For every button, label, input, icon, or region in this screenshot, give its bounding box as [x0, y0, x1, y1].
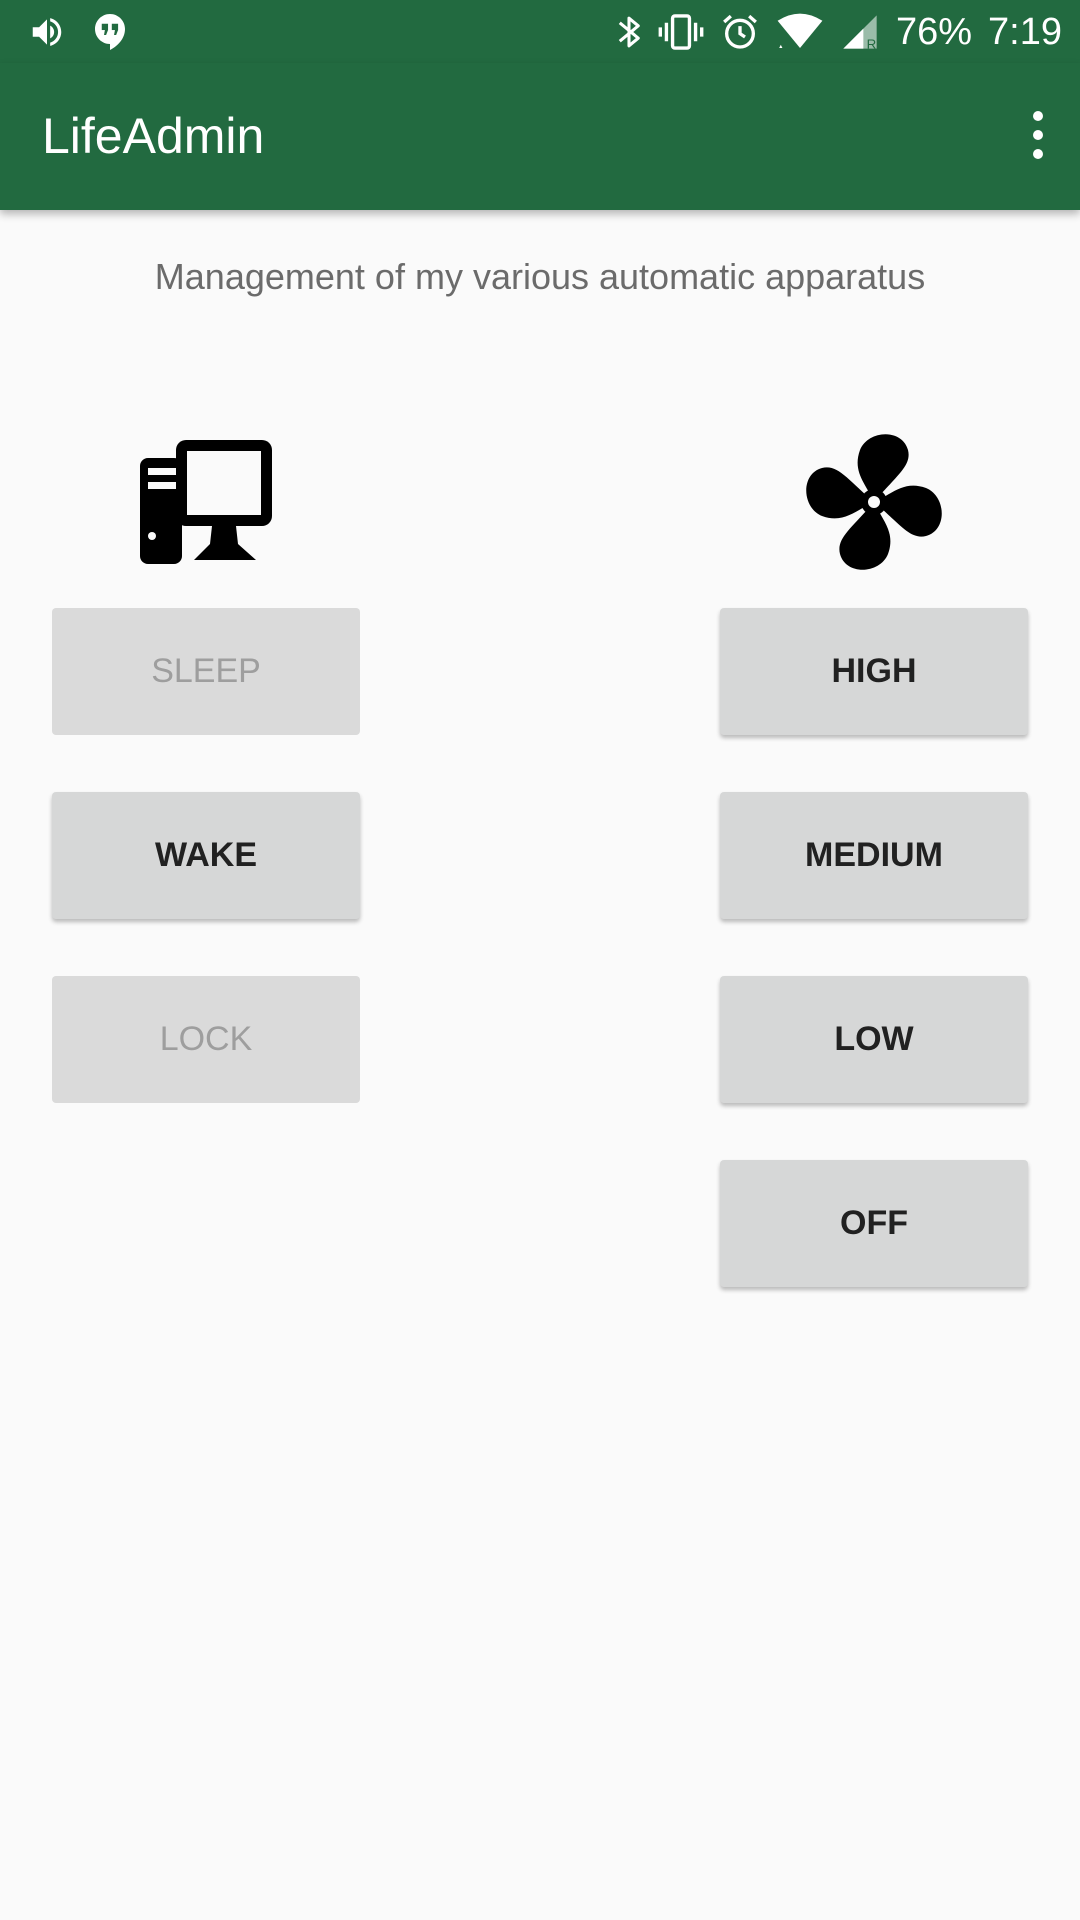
bluetooth-icon [616, 12, 642, 52]
page-subtitle: Management of my various automatic appar… [154, 256, 926, 297]
sleep-button[interactable]: SLEEP [52, 608, 360, 735]
fan-off-button[interactable]: OFF [720, 1160, 1028, 1287]
fan-icon [806, 434, 942, 570]
app-bar: LifeAdmin [0, 63, 1080, 210]
app-title: LifeAdmin [42, 108, 265, 164]
more-vert-icon[interactable] [1018, 99, 1058, 171]
clock-time: 7:19 [988, 10, 1062, 53]
alarm-icon [720, 12, 760, 52]
battery-percent: 76% [895, 10, 973, 53]
hangouts-icon [92, 12, 128, 52]
wake-button[interactable]: WAKE [52, 792, 360, 919]
fan-high-button[interactable]: HIGH [720, 608, 1028, 735]
wifi-icon [776, 12, 824, 52]
desktop-computer-icon [140, 440, 272, 564]
cell-signal-icon: R [840, 12, 880, 52]
volume-icon [28, 13, 66, 51]
status-bar: R 76% 7:19 [0, 0, 1080, 63]
fan-low-button[interactable]: LOW [720, 976, 1028, 1103]
fan-medium-button[interactable]: MEDIUM [720, 792, 1028, 919]
status-left-icons [28, 12, 128, 52]
lock-button[interactable]: LOCK [52, 976, 360, 1103]
status-right-icons: R 76% 7:19 [616, 8, 1062, 56]
roaming-indicator: R [867, 37, 877, 52]
vibrate-icon [658, 12, 704, 52]
